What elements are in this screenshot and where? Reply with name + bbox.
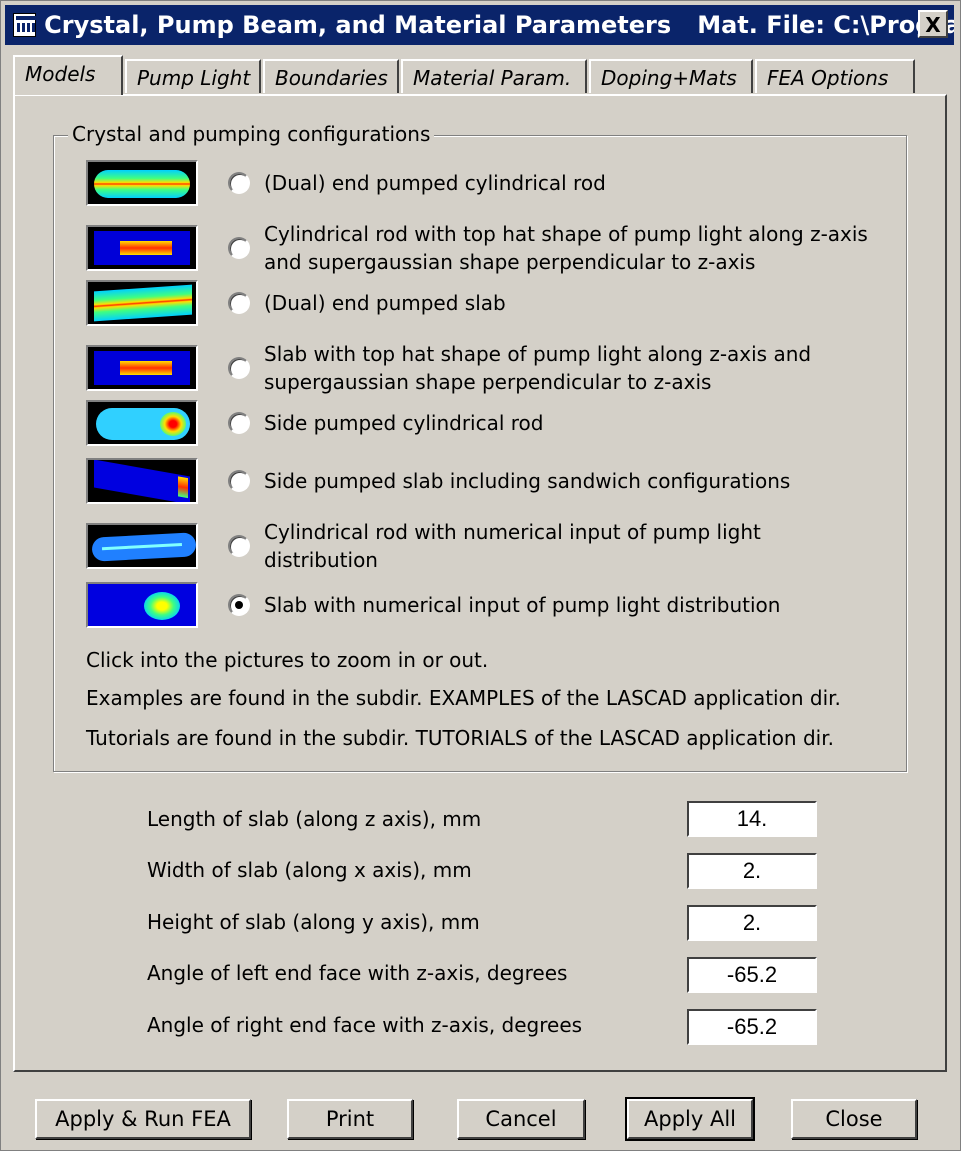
radio-end-pumped-slab[interactable] [228,292,250,314]
tab-models[interactable]: Models [13,55,123,95]
side-pumped-slab-thumbnail[interactable] [86,458,198,504]
cancel-button[interactable]: Cancel [457,1099,585,1139]
apply-all-button[interactable]: Apply All [625,1097,755,1141]
left-angle-input[interactable] [687,957,817,993]
tophat-rod-thumbnail[interactable] [86,225,198,271]
side-pumped-rod-thumbnail[interactable] [86,400,198,446]
option-label: Side pumped cylindrical rod [264,411,544,435]
option-side-pumped-rod[interactable]: Side pumped cylindrical rod [86,400,874,446]
option-label: Side pumped slab including sandwich conf… [264,469,791,493]
option-label: Cylindrical rod with numerical input of … [264,520,761,572]
height-input[interactable] [687,905,817,941]
width-input[interactable] [687,853,817,889]
app-icon[interactable] [13,13,37,37]
height-label: Height of slab (along y axis), mm [147,910,480,934]
radio-side-pumped-slab[interactable] [228,470,250,492]
radio-numerical-slab[interactable] [228,594,250,616]
apply-run-fea-button[interactable]: Apply & Run FEA [35,1099,251,1139]
option-end-pumped-slab[interactable]: (Dual) end pumped slab [86,280,874,326]
option-numerical-slab[interactable]: Slab with numerical input of pump light … [86,582,874,628]
group-title: Crystal and pumping configurations [68,122,435,146]
print-button[interactable]: Print [287,1099,413,1139]
window-title: Crystal, Pump Beam, and Material Paramet… [44,11,672,39]
close-button[interactable]: Close [791,1099,917,1139]
tab-strip: Models Pump Light Boundaries Material Pa… [13,55,917,95]
material-file-path: Mat. File: C:\Program... [697,11,954,39]
numerical-slab-thumbnail[interactable] [86,582,198,628]
dialog-window: Crystal, Pump Beam, and Material Paramet… [0,0,961,1151]
radio-end-pumped-rod[interactable] [228,172,250,194]
tab-material-param[interactable]: Material Param. [401,59,587,93]
option-label: Cylindrical rod with top hat shape of pu… [264,222,868,274]
tab-fea-options[interactable]: FEA Options [755,59,915,93]
title-bar[interactable]: Crystal, Pump Beam, and Material Paramet… [5,5,954,45]
right-angle-input[interactable] [687,1009,817,1045]
info-zoom-hint: Click into the pictures to zoom in or ou… [86,648,489,672]
length-label: Length of slab (along z axis), mm [147,807,482,831]
option-label: Slab with top hat shape of pump light al… [264,342,812,394]
close-window-button[interactable]: X [918,10,948,38]
option-side-pumped-slab[interactable]: Side pumped slab including sandwich conf… [86,458,874,504]
option-numerical-rod[interactable]: Cylindrical rod with numerical input of … [86,518,874,574]
length-input[interactable] [687,801,817,837]
info-tutorials: Tutorials are found in the subdir. TUTOR… [86,726,834,750]
option-label: Slab with numerical input of pump light … [264,593,781,617]
end-pumped-slab-thumbnail[interactable] [86,280,198,326]
radio-numerical-rod[interactable] [228,535,250,557]
option-label: (Dual) end pumped cylindrical rod [264,171,606,195]
numerical-rod-thumbnail[interactable] [86,523,198,569]
right-angle-label: Angle of right end face with z-axis, deg… [147,1013,583,1037]
info-examples: Examples are found in the subdir. EXAMPL… [86,686,841,710]
option-end-pumped-rod[interactable]: (Dual) end pumped cylindrical rod [86,160,874,206]
tophat-slab-thumbnail[interactable] [86,345,198,391]
radio-side-pumped-rod[interactable] [228,412,250,434]
radio-tophat-rod[interactable] [228,237,250,259]
width-label: Width of slab (along x axis), mm [147,858,472,882]
configurations-group: Crystal and pumping configurations (Dual… [53,122,907,772]
left-angle-label: Angle of left end face with z-axis, degr… [147,961,568,985]
option-label: (Dual) end pumped slab [264,291,506,315]
radio-tophat-slab[interactable] [228,357,250,379]
end-pumped-rod-thumbnail[interactable] [86,160,198,206]
tab-doping-mats[interactable]: Doping+Mats [589,59,753,93]
tab-pump-light[interactable]: Pump Light [125,59,261,93]
tab-boundaries[interactable]: Boundaries [263,59,399,93]
option-tophat-rod[interactable]: Cylindrical rod with top hat shape of pu… [86,220,874,276]
option-tophat-slab[interactable]: Slab with top hat shape of pump light al… [86,340,874,396]
